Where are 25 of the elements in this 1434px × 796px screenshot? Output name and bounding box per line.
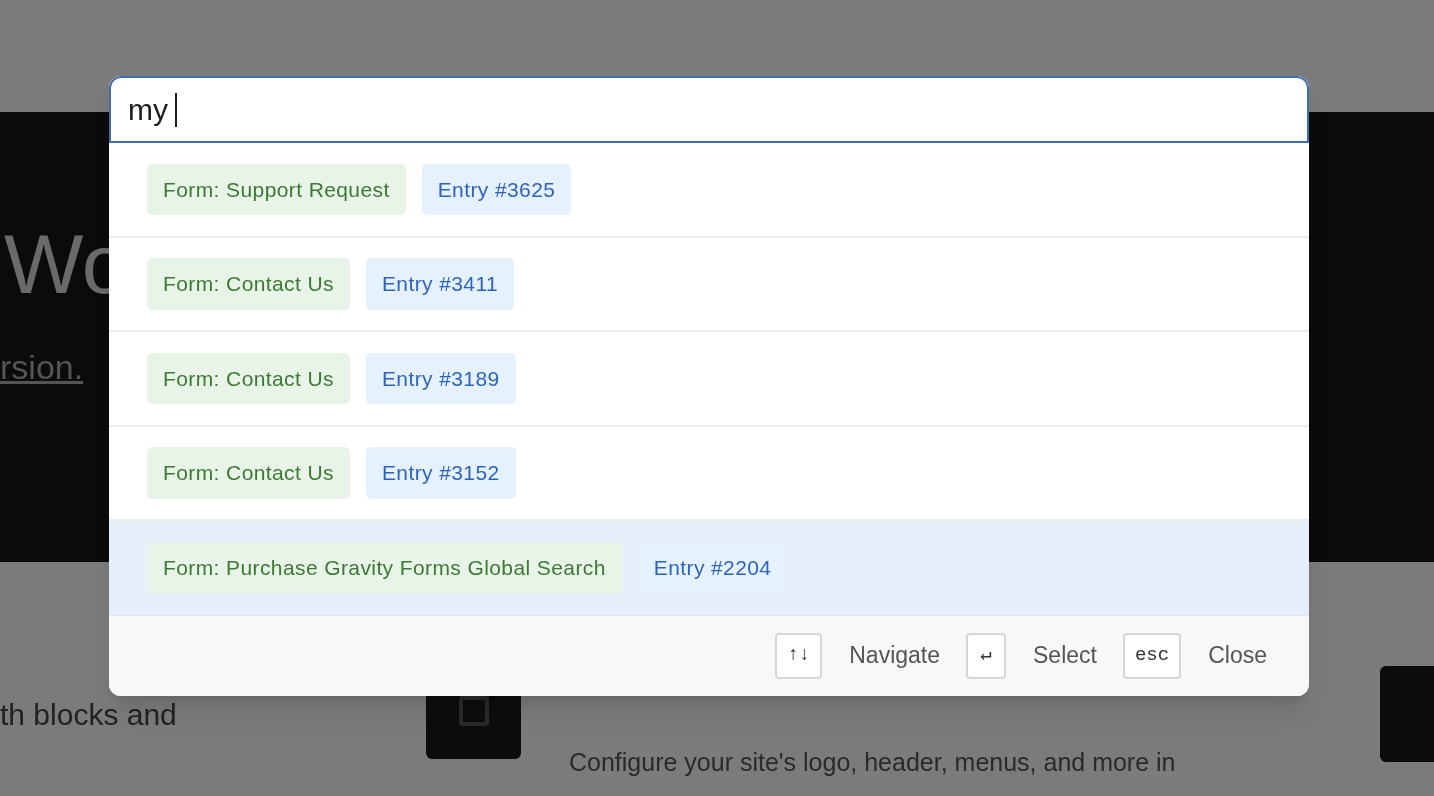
form-tag: Form: Contact Us xyxy=(147,447,350,499)
hint-label: Select xyxy=(1033,641,1097,671)
result-item[interactable]: Form: Contact Us Entry #3411 xyxy=(109,237,1309,332)
result-item[interactable]: Form: Contact Us Entry #3189 xyxy=(109,332,1309,427)
hint-label: Navigate xyxy=(849,641,941,671)
entry-tag: Entry #3152 xyxy=(365,447,516,499)
result-item[interactable]: Form: Purchase Gravity Forms Global Search Entry #2204 xyxy=(109,521,1309,616)
search-field[interactable]: my xyxy=(109,76,1309,143)
form-tag: Form: Contact Us xyxy=(147,352,350,404)
result-item[interactable]: Form: Support Request Entry #3625 xyxy=(109,143,1309,238)
key-hint: ↵ xyxy=(966,632,1007,679)
entry-tag: Entry #3625 xyxy=(421,163,572,215)
link[interactable]: rsion. xyxy=(0,342,84,393)
hint-label: Close xyxy=(1208,641,1267,671)
form-tag: Form: Contact Us xyxy=(147,258,350,310)
key-hint: ↑↓ xyxy=(775,632,823,679)
body-text: th blocks and xyxy=(0,700,178,730)
form-tag: Form: Purchase Gravity Forms Global Search xyxy=(147,542,622,594)
text-cursor xyxy=(175,92,177,127)
key-hint: esc xyxy=(1122,632,1182,679)
form-tag: Form: Support Request xyxy=(147,163,406,215)
entry-tag: Entry #3411 xyxy=(365,258,515,310)
entry-tag: Entry #3189 xyxy=(365,352,516,404)
description-text: Configure your site's logo, header, menus, and more in xyxy=(569,747,1177,778)
result-item[interactable]: Form: Contact Us Entry #3152 xyxy=(109,426,1309,521)
